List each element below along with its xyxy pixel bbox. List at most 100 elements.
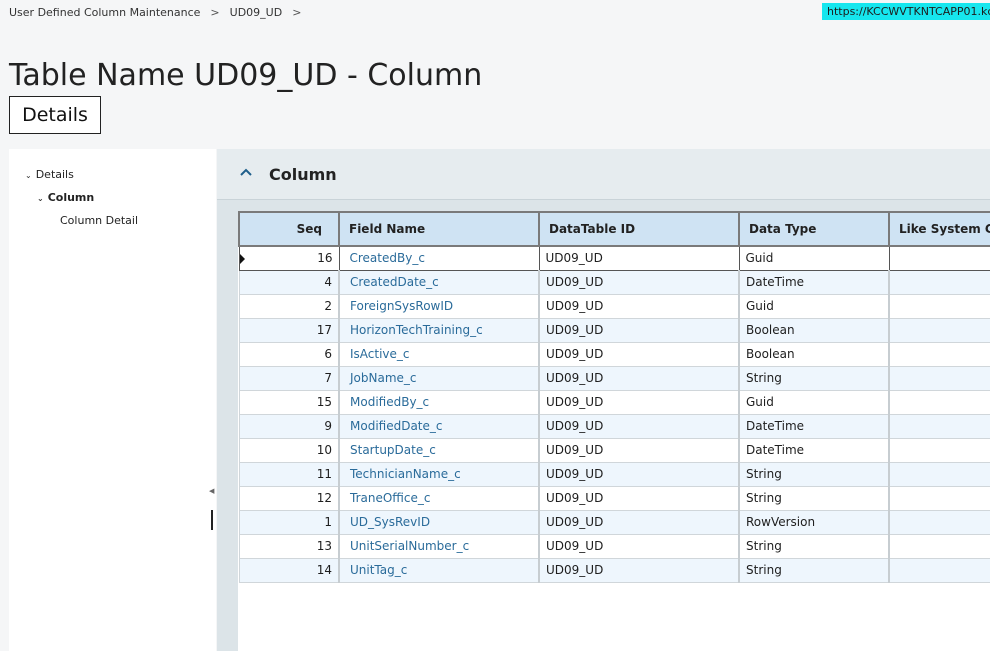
cell-seq: 1: [238, 509, 340, 535]
tree-item-column-detail[interactable]: Column Detail: [60, 214, 138, 227]
table-row[interactable]: 13 UnitSerialNumber_c UD09_UD String: [238, 533, 990, 559]
cell-data-type: DateTime: [738, 413, 890, 439]
breadcrumb-separator-icon: >: [292, 6, 302, 19]
cell-field-name[interactable]: UD_SysRevID: [338, 509, 540, 535]
cell-field-name[interactable]: TechnicianName_c: [338, 461, 540, 487]
column-header-data-type[interactable]: Data Type: [738, 211, 890, 247]
cell-field-name[interactable]: JobName_c: [338, 365, 540, 391]
cell-seq: 16: [238, 245, 340, 271]
collapse-left-icon[interactable]: ◀: [209, 487, 214, 495]
details-button[interactable]: Details: [9, 96, 101, 134]
table-row[interactable]: 6 IsActive_c UD09_UD Boolean: [238, 341, 990, 367]
cell-seq: 6: [238, 341, 340, 367]
cell-seq: 4: [238, 269, 340, 295]
cell-data-type: String: [738, 485, 890, 511]
cell-datatable-id: UD09_UD: [538, 557, 740, 583]
cell-datatable-id: UD09_UD: [538, 509, 740, 535]
table-row[interactable]: 7 JobName_c UD09_UD String: [238, 365, 990, 391]
page-title: Table Name UD09_UD - Column: [9, 58, 483, 94]
table-row[interactable]: 12 TraneOffice_c UD09_UD String: [238, 485, 990, 511]
chevron-up-icon[interactable]: [239, 167, 253, 177]
cell-data-type: String: [738, 365, 890, 391]
tree-item-details[interactable]: ⌄ Details: [25, 168, 74, 181]
cell-datatable-id: UD09_UD: [538, 533, 740, 559]
cell-field-name[interactable]: HorizonTechTraining_c: [338, 317, 540, 343]
table-row[interactable]: 2 ForeignSysRowID UD09_UD Guid: [238, 293, 990, 319]
cell-field-name[interactable]: TraneOffice_c: [338, 485, 540, 511]
cell-field-name[interactable]: UnitSerialNumber_c: [338, 533, 540, 559]
cell-like-system-code: [888, 245, 990, 271]
cell-field-name[interactable]: ModifiedDate_c: [338, 413, 540, 439]
cell-like-system-code: [888, 269, 990, 295]
table-row[interactable]: 15 ModifiedBy_c UD09_UD Guid: [238, 389, 990, 415]
cell-data-type: String: [738, 557, 890, 583]
cell-data-type: DateTime: [738, 437, 890, 463]
cell-seq: 13: [238, 533, 340, 559]
cell-like-system-code: [888, 485, 990, 511]
cell-like-system-code: [888, 365, 990, 391]
cell-seq-value: 16: [317, 251, 333, 266]
cell-datatable-id: UD09_UD: [538, 341, 740, 367]
column-header-seq[interactable]: Seq: [238, 211, 340, 247]
cell-field-name[interactable]: ForeignSysRowID: [338, 293, 540, 319]
cell-seq: 7: [238, 365, 340, 391]
cell-like-system-code: [888, 389, 990, 415]
table-row[interactable]: 16 CreatedBy_c UD09_UD Guid: [238, 245, 990, 271]
cell-seq: 12: [238, 485, 340, 511]
breadcrumb-item-maintenance[interactable]: User Defined Column Maintenance: [9, 6, 200, 19]
cell-datatable-id: UD09_UD: [538, 365, 740, 391]
table-row[interactable]: 11 TechnicianName_c UD09_UD String: [238, 461, 990, 487]
table-row[interactable]: 4 CreatedDate_c UD09_UD DateTime: [238, 269, 990, 295]
panel-title: Column: [269, 165, 337, 184]
column-header-field-name[interactable]: Field Name: [338, 211, 540, 247]
navigation-tree: ⌄ Details ⌄ Column Column Detail: [9, 149, 216, 651]
column-grid: Seq Field Name DataTable ID Data Type Li…: [238, 211, 990, 651]
cell-seq: 11: [238, 461, 340, 487]
cell-data-type: Guid: [738, 293, 890, 319]
breadcrumb-separator-icon: >: [210, 6, 220, 19]
chevron-down-icon[interactable]: ⌄: [37, 194, 44, 203]
column-panel: Column Seq Field Name DataTable ID Data …: [217, 149, 990, 651]
chevron-down-icon[interactable]: ⌄: [25, 171, 32, 180]
cell-datatable-id: UD09_UD: [538, 461, 740, 487]
cell-datatable-id: UD09_UD: [538, 413, 740, 439]
table-header-row: Seq Field Name DataTable ID Data Type Li…: [238, 211, 990, 247]
panel-header: Column: [217, 149, 990, 200]
cell-datatable-id: UD09_UD: [538, 485, 740, 511]
cell-field-name[interactable]: IsActive_c: [338, 341, 540, 367]
column-header-datatable-id[interactable]: DataTable ID: [538, 211, 740, 247]
cell-like-system-code: [888, 509, 990, 535]
cell-like-system-code: [888, 317, 990, 343]
cell-like-system-code: [888, 293, 990, 319]
table-row[interactable]: 14 UnitTag_c UD09_UD String: [238, 557, 990, 583]
tree-item-label: Column: [47, 191, 95, 204]
cell-field-name[interactable]: StartupDate_c: [338, 437, 540, 463]
table-row[interactable]: 10 StartupDate_c UD09_UD DateTime: [238, 437, 990, 463]
cell-data-type: String: [738, 461, 890, 487]
table-row[interactable]: 17 HorizonTechTraining_c UD09_UD Boolean: [238, 317, 990, 343]
cell-field-name[interactable]: CreatedBy_c: [338, 245, 540, 271]
breadcrumb-item-table[interactable]: UD09_UD: [230, 6, 283, 19]
server-url-badge: https://KCCWVTKNTCAPP01.kcci: [822, 3, 990, 20]
tree-item-label: Details: [35, 168, 74, 181]
cell-datatable-id: UD09_UD: [538, 317, 740, 343]
cell-field-name[interactable]: CreatedDate_c: [338, 269, 540, 295]
cell-like-system-code: [888, 437, 990, 463]
column-header-like-system-code[interactable]: Like System Co: [888, 211, 990, 247]
cell-field-name[interactable]: UnitTag_c: [338, 557, 540, 583]
cell-data-type: String: [738, 533, 890, 559]
cell-seq: 17: [238, 317, 340, 343]
cell-seq: 10: [238, 437, 340, 463]
cell-datatable-id: UD09_UD: [538, 437, 740, 463]
table-row[interactable]: 1 UD_SysRevID UD09_UD RowVersion: [238, 509, 990, 535]
panel-splitter-handle[interactable]: [211, 510, 213, 530]
cell-data-type: DateTime: [738, 269, 890, 295]
cell-seq: 9: [238, 413, 340, 439]
cell-field-name[interactable]: ModifiedBy_c: [338, 389, 540, 415]
cell-like-system-code: [888, 341, 990, 367]
cell-like-system-code: [888, 533, 990, 559]
tree-item-column[interactable]: ⌄ Column: [37, 191, 94, 204]
cell-datatable-id: UD09_UD: [538, 245, 740, 271]
cell-datatable-id: UD09_UD: [538, 293, 740, 319]
table-row[interactable]: 9 ModifiedDate_c UD09_UD DateTime: [238, 413, 990, 439]
